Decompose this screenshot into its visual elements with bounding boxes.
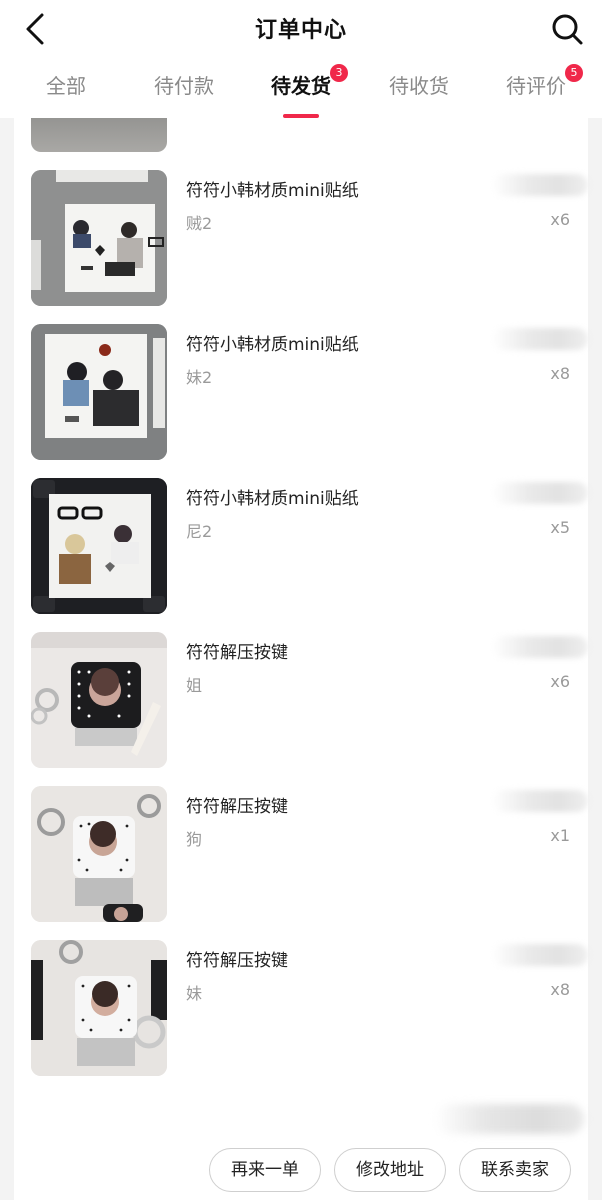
tab-label: 待收货 xyxy=(389,74,449,98)
product-quantity: x6 xyxy=(550,672,570,691)
order-item[interactable]: 符符解压按键 姐 x6 xyxy=(14,632,588,768)
product-image[interactable] xyxy=(31,940,167,1076)
product-image[interactable] xyxy=(31,478,167,614)
order-card: 符符小韩材质mini贴纸 贼2 x6 符符小韩材质mini贴纸 妹2 x8 符符… xyxy=(14,100,588,1200)
tab-label: 待评价 xyxy=(506,74,566,98)
nav-row: 订单中心 xyxy=(0,0,602,58)
keycap-photo-image xyxy=(31,632,167,768)
blurred-price xyxy=(492,944,588,966)
tab-label: 待付款 xyxy=(154,74,214,98)
product-variant: 狗 xyxy=(186,830,203,849)
blurred-price xyxy=(492,174,588,196)
contact-seller-button[interactable]: 联系卖家 xyxy=(459,1148,571,1192)
keycap-photo-image xyxy=(31,940,167,1076)
tab-pending-receipt[interactable]: 待收货 xyxy=(386,70,452,110)
order-item[interactable]: 符符解压按键 妹 x8 xyxy=(14,940,588,1076)
product-quantity: x6 xyxy=(550,210,570,229)
blurred-price xyxy=(492,790,588,812)
sticker-photo-image xyxy=(31,170,167,306)
header-bar: 订单中心 全部 待付款 待发货 3 待收货 待评价 5 xyxy=(0,0,602,118)
blurred-price xyxy=(492,328,588,350)
count-badge: 3 xyxy=(330,64,348,82)
product-image[interactable] xyxy=(31,632,167,768)
sticker-photo-image xyxy=(31,324,167,460)
product-variant: 尼2 xyxy=(186,522,213,541)
product-title: 符符解压按键 xyxy=(186,643,288,663)
product-variant: 贼2 xyxy=(186,214,213,233)
tab-pending-payment[interactable]: 待付款 xyxy=(151,70,217,110)
keycap-photo-image xyxy=(31,786,167,922)
product-title: 符符小韩材质mini贴纸 xyxy=(186,335,359,355)
product-title: 符符解压按键 xyxy=(186,797,288,817)
edit-address-button[interactable]: 修改地址 xyxy=(334,1148,446,1192)
product-image[interactable] xyxy=(31,170,167,306)
order-item[interactable]: 符符小韩材质mini贴纸 贼2 x6 xyxy=(14,170,588,306)
blurred-order-total xyxy=(434,1104,584,1134)
order-item[interactable]: 符符小韩材质mini贴纸 尼2 x5 xyxy=(14,478,588,614)
sticker-photo-image xyxy=(31,478,167,614)
blurred-price xyxy=(492,482,588,504)
tab-pending-shipment[interactable]: 待发货 3 xyxy=(268,64,348,118)
product-variant: 妹2 xyxy=(186,368,213,387)
search-icon xyxy=(552,14,583,45)
product-title: 符符小韩材质mini贴纸 xyxy=(186,489,359,509)
product-title: 符符解压按键 xyxy=(186,951,288,971)
page-title: 订单中心 xyxy=(254,18,347,43)
tab-all[interactable]: 全部 xyxy=(44,70,88,110)
product-quantity: x8 xyxy=(550,364,570,383)
order-item[interactable]: 符符解压按键 狗 x1 xyxy=(14,786,588,922)
tab-label: 全部 xyxy=(46,74,86,98)
product-title: 符符小韩材质mini贴纸 xyxy=(186,181,359,201)
tab-pending-review[interactable]: 待评价 5 xyxy=(503,64,583,110)
order-actions: 再来一单 修改地址 联系卖家 xyxy=(14,1148,588,1194)
order-tabs: 全部 待付款 待发货 3 待收货 待评价 5 xyxy=(0,64,602,118)
blurred-price xyxy=(492,636,588,658)
reorder-button[interactable]: 再来一单 xyxy=(209,1148,321,1192)
order-item[interactable]: 符符小韩材质mini贴纸 妹2 x8 xyxy=(14,324,588,460)
product-quantity: x8 xyxy=(550,980,570,999)
product-image[interactable] xyxy=(31,324,167,460)
count-badge: 5 xyxy=(565,64,583,82)
product-variant: 姐 xyxy=(186,676,203,695)
active-tab-indicator xyxy=(283,114,319,118)
product-quantity: x5 xyxy=(550,518,570,537)
product-variant: 妹 xyxy=(186,984,203,1003)
tab-label: 待发货 xyxy=(271,74,331,98)
product-quantity: x1 xyxy=(550,826,570,845)
search-button[interactable] xyxy=(548,10,586,48)
product-image[interactable] xyxy=(31,786,167,922)
